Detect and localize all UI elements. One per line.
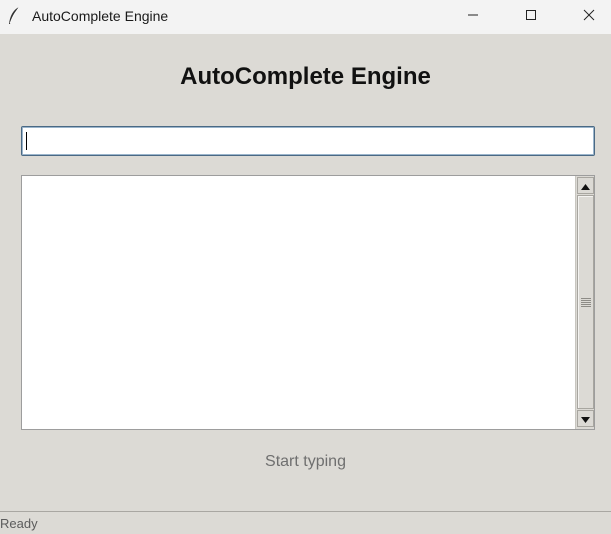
maximize-button[interactable] — [508, 0, 554, 34]
window-title: AutoComplete Engine — [32, 8, 169, 24]
suggestions-list[interactable] — [22, 176, 575, 429]
grip-line — [581, 298, 591, 299]
status-bar: Ready — [0, 511, 611, 534]
hint-label: Start typing — [265, 453, 346, 470]
grip-line — [581, 300, 591, 301]
minimize-button[interactable] — [450, 0, 496, 34]
scroll-up-button[interactable] — [577, 177, 594, 194]
grip-line — [581, 304, 591, 305]
maximize-icon — [525, 8, 537, 26]
suggestions-listbox[interactable] — [21, 175, 595, 430]
grip-line — [581, 306, 591, 307]
search-input[interactable] — [21, 126, 595, 156]
close-icon — [583, 8, 595, 26]
arrow-up-icon — [581, 177, 590, 195]
scroll-thumb[interactable] — [577, 195, 594, 409]
page-title: AutoComplete Engine — [180, 63, 431, 90]
arrow-down-icon — [581, 410, 590, 428]
status-text: Ready — [0, 516, 38, 531]
grip-line — [581, 302, 591, 303]
close-button[interactable] — [566, 0, 611, 34]
minimize-icon — [467, 8, 479, 26]
vertical-scrollbar[interactable] — [575, 176, 594, 429]
text-cursor — [26, 132, 27, 150]
feather-icon — [7, 6, 21, 26]
scroll-down-button[interactable] — [577, 410, 594, 427]
app-window: AutoComplete Engine AutoComplete Engine — [0, 0, 611, 534]
title-bar[interactable]: AutoComplete Engine — [0, 0, 611, 34]
